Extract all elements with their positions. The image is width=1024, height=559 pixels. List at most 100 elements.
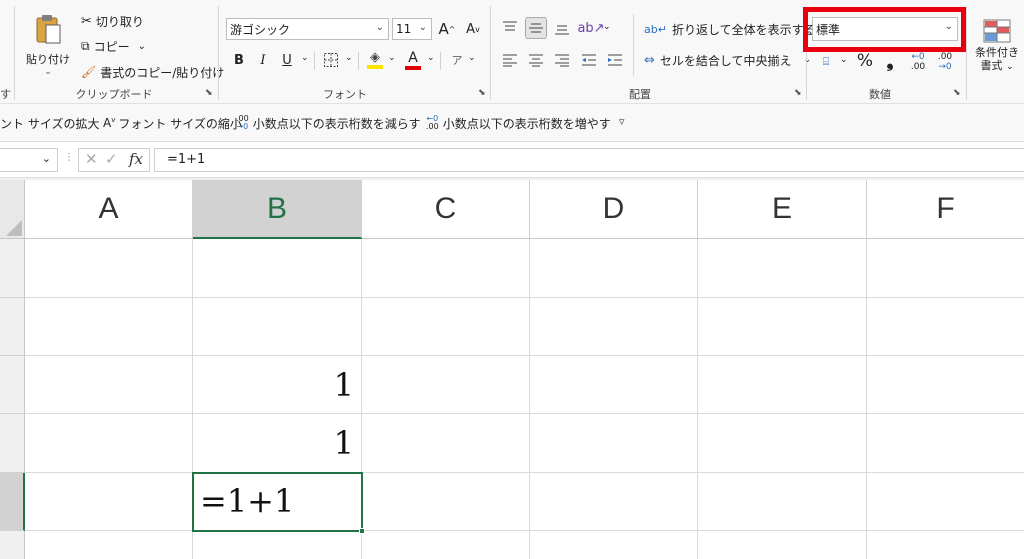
chevron-down-icon: ⌄ [944,21,953,32]
select-all-button[interactable] [0,180,25,239]
chevron-down-icon: ⌄ [803,55,812,65]
group-separator [966,6,967,100]
italic-button[interactable]: I [254,50,272,70]
paste-button[interactable]: 貼り付け ⌄ [22,8,74,82]
qat-font-grow-button[interactable]: ント サイズの拡大 [0,113,102,133]
number-format-combo[interactable]: 標準 ⌄ [812,17,958,41]
qat-font-shrink-button[interactable]: Av フォント サイズの縮小 [100,113,245,133]
decrease-decimal-icon-bottom: →0 [938,62,952,72]
insert-function-icon[interactable]: fx [129,150,143,168]
increase-decimal-button[interactable]: ←0 .00 [906,50,930,74]
copy-button[interactable]: ⧉ コピー ⌄ [78,36,149,56]
align-bottom-button[interactable] [551,17,573,39]
row-header-1[interactable] [0,239,25,298]
column-header-d[interactable]: D [530,180,698,239]
font-shrink-icon: Av [103,116,116,130]
name-box[interactable]: ⌄ [0,148,58,172]
column-header-f[interactable]: F [867,180,1024,239]
merge-center-button[interactable]: ⇔ セルを結合して中央揃え ⌄ [641,49,814,71]
enter-icon[interactable]: ✓ [105,150,118,168]
decrease-decimal-button[interactable]: .00 →0 [933,50,957,74]
font-grow-button[interactable]: A ^ [436,18,458,40]
comma-style-button[interactable]: ❟ [880,50,900,72]
fill-handle[interactable] [359,528,365,534]
wrap-text-button[interactable]: ab↵ 折り返して全体を表示する [641,18,819,40]
qat-customize-icon[interactable]: ▿ [619,115,625,128]
cell-b3[interactable]: 1 [193,356,362,414]
copy-label: コピー [93,39,130,54]
cancel-icon[interactable]: ✕ [85,150,98,168]
number-launcher-icon[interactable]: ⬊ [953,88,961,98]
accounting-icon: ⌸ [822,55,830,68]
underline-button[interactable]: U [278,50,296,70]
cell-grid[interactable] [25,239,1024,559]
merge-center-label: セルを結合して中央揃え [659,53,792,68]
align-right-button[interactable] [551,50,573,70]
borders-button[interactable] [321,50,341,70]
align-top-button[interactable] [499,17,521,39]
accounting-format-button[interactable]: ⌸ [815,52,837,72]
percent-button[interactable]: % [855,50,875,72]
format-painter-button[interactable]: 🖌 書式のコピー/貼り付け [78,62,227,82]
phonetic-dropdown-icon[interactable]: ⌄ [468,53,476,63]
qat-decrease-decimal-label: 小数点以下の表示桁数を減らす [252,116,421,131]
orientation-button[interactable]: ab↗ [577,17,604,39]
align-left-button[interactable] [499,50,521,70]
fill-color-button[interactable]: ◈ [364,48,386,72]
font-shrink-button[interactable]: Av [462,18,484,40]
caret-down-icon: v [475,24,480,34]
formula-buttons: ✕ ✓ fx [78,148,150,172]
active-cell-b5[interactable]: =1+1 [192,472,365,534]
phonetic-button[interactable]: ア [447,48,467,72]
increase-indent-button[interactable] [604,50,626,70]
merge-center-icon: ⇔ [644,52,655,68]
clipboard-launcher-icon[interactable]: ⬊ [205,88,213,98]
column-header-e[interactable]: E [698,180,867,239]
clipboard-group-partial: す [0,88,11,101]
phonetic-glyph: ア [451,54,463,67]
row-header-3[interactable] [0,356,25,414]
number-group-label: 数値 [869,88,891,101]
qat-font-grow-label: ント サイズの拡大 [0,116,100,131]
bold-button[interactable]: B [230,50,248,70]
select-all-triangle-icon [6,220,22,236]
paste-label: 貼り付け [26,53,70,66]
align-right-icon [555,54,569,67]
column-header-b[interactable]: B [193,180,362,239]
decrease-indent-button[interactable] [578,50,600,70]
font-color-button[interactable]: A [402,47,424,73]
column-header-c[interactable]: C [362,180,530,239]
cut-button[interactable]: ✂ 切り取り [78,11,147,31]
separator [314,52,315,70]
row-header-5[interactable] [0,473,25,531]
fill-dropdown-icon[interactable]: ⌄ [388,53,396,63]
orientation-dropdown-icon[interactable]: ⌄ [603,22,611,32]
alignment-launcher-icon[interactable]: ⬊ [794,88,802,98]
borders-dropdown-icon[interactable]: ⌄ [345,53,353,63]
font-launcher-icon[interactable]: ⬊ [478,88,486,98]
separator [358,52,359,70]
accounting-dropdown-icon[interactable]: ⌄ [840,55,848,65]
qat-increase-decimal-label: 小数点以下の表示桁数を増やす [442,116,611,131]
row-header-6[interactable] [0,531,25,559]
formula-input[interactable]: =1+1 [154,148,1024,172]
column-header-a[interactable]: A [25,180,193,239]
row-header-4[interactable] [0,414,25,473]
font-color-dropdown-icon[interactable]: ⌄ [427,53,435,63]
font-size-value: 11 [396,22,412,36]
align-middle-button[interactable] [525,17,547,39]
conditional-formatting-button[interactable]: 条件付き 書式 ⌄ [972,14,1022,78]
wrap-text-icon: ab↵ [644,22,667,36]
font-name-combo[interactable]: 游ゴシック ⌄ [226,18,389,40]
qat-increase-decimal-button[interactable]: ←0.00 小数点以下の表示桁数を増やす [423,113,614,133]
increase-decimal-icon-top: ←0 [911,52,925,62]
formula-bar: ⌄ ⋮ ✕ ✓ fx =1+1 [0,142,1024,178]
row-header-2[interactable] [0,298,25,356]
number-format-value: 標準 [816,22,841,37]
qat-decrease-decimal-button[interactable]: .00 →0 小数点以下の表示桁数を減らす [233,113,424,133]
cell-b4[interactable]: 1 [193,414,362,473]
align-center-button[interactable] [525,50,547,70]
underline-dropdown-icon[interactable]: ⌄ [301,53,309,63]
font-size-combo[interactable]: 11 ⌄ [392,18,432,40]
drag-handle-icon[interactable]: ⋮ [64,152,74,163]
